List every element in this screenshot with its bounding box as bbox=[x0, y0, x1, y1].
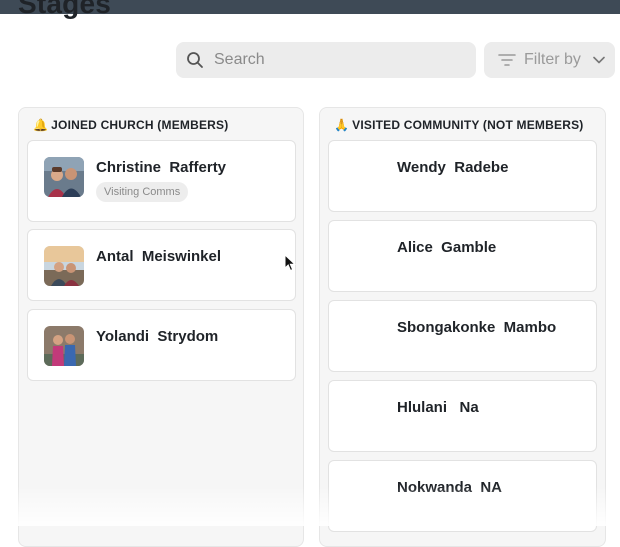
filter-label: Filter by bbox=[524, 51, 581, 68]
chevron-down-icon bbox=[593, 56, 605, 64]
person-card[interactable]: Alice Gamble bbox=[328, 220, 597, 292]
person-name: Alice Gamble bbox=[397, 239, 497, 256]
bell-icon: 🔔 bbox=[33, 118, 49, 132]
page-title: Stages bbox=[18, 0, 112, 19]
person-card[interactable]: Yolandi Strydom bbox=[27, 309, 296, 381]
status-badge: Visiting Comms bbox=[96, 182, 189, 202]
stage-column-joined-church: 🔔 JOINED CHURCH (MEMBERS) Christine Raffe… bbox=[18, 107, 304, 547]
person-card[interactable]: Sbongakonke Mambo bbox=[328, 300, 597, 372]
person-name: Antal Meiswinkel bbox=[96, 248, 222, 265]
person-card[interactable]: Wendy Radebe bbox=[328, 140, 597, 212]
avatar bbox=[44, 246, 84, 286]
search-icon bbox=[186, 51, 204, 69]
column-title: VISITED COMMUNITY (NOT MEMBERS) bbox=[352, 118, 584, 132]
person-name: Nokwanda NA bbox=[397, 479, 503, 496]
person-name: Wendy Radebe bbox=[397, 159, 509, 176]
mouse-cursor-icon bbox=[284, 253, 297, 277]
filter-icon bbox=[498, 53, 516, 67]
avatar bbox=[44, 157, 84, 197]
filter-button[interactable]: Filter by bbox=[484, 42, 615, 78]
search-input[interactable] bbox=[212, 50, 466, 70]
search-box[interactable] bbox=[176, 42, 476, 78]
column-header: 🙏 VISITED COMMUNITY (NOT MEMBERS) bbox=[334, 118, 583, 132]
person-name: Sbongakonke Mambo bbox=[397, 319, 557, 336]
person-card[interactable]: Christine Rafferty Visiting Comms bbox=[27, 140, 296, 222]
person-card[interactable]: Antal Meiswinkel bbox=[27, 229, 296, 301]
avatar bbox=[44, 326, 84, 366]
person-name: Hlulani Na bbox=[397, 399, 479, 416]
column-header: 🔔 JOINED CHURCH (MEMBERS) bbox=[33, 118, 228, 132]
column-title: JOINED CHURCH (MEMBERS) bbox=[51, 118, 229, 132]
person-name: Christine Rafferty bbox=[96, 159, 227, 176]
person-card[interactable]: Nokwanda NA bbox=[328, 460, 597, 532]
stage-column-visited-community: 🙏 VISITED COMMUNITY (NOT MEMBERS) Wendy R… bbox=[319, 107, 606, 547]
person-card[interactable]: Hlulani Na bbox=[328, 380, 597, 452]
person-name: Yolandi Strydom bbox=[96, 328, 219, 345]
praying-hands-icon: 🙏 bbox=[334, 118, 350, 132]
